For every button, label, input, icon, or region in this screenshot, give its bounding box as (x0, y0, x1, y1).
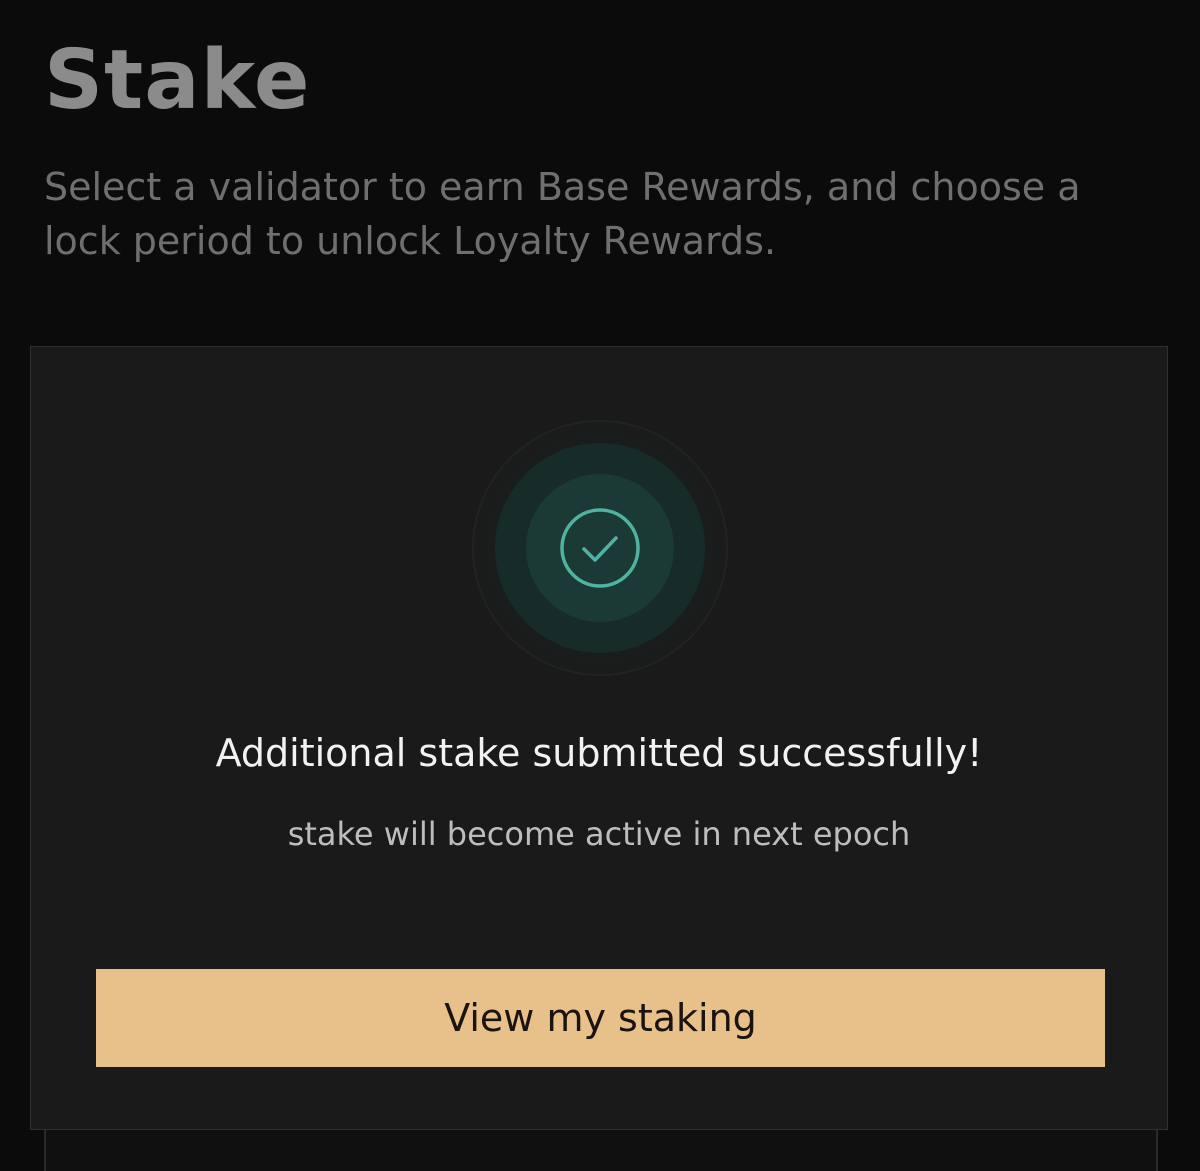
success-title: Additional stake submitted successfully! (215, 731, 983, 775)
success-graphic (472, 420, 728, 676)
success-modal: Additional stake submitted successfully!… (30, 346, 1168, 1130)
view-my-staking-button[interactable]: View my staking (96, 969, 1105, 1067)
check-circle-icon (560, 508, 640, 588)
stake-page: Stake Select a validator to earn Base Re… (0, 0, 1200, 1171)
success-message: stake will become active in next epoch (287, 815, 911, 853)
page-title: Stake (44, 33, 311, 128)
page-subtitle: Select a validator to earn Base Rewards,… (44, 165, 1081, 263)
